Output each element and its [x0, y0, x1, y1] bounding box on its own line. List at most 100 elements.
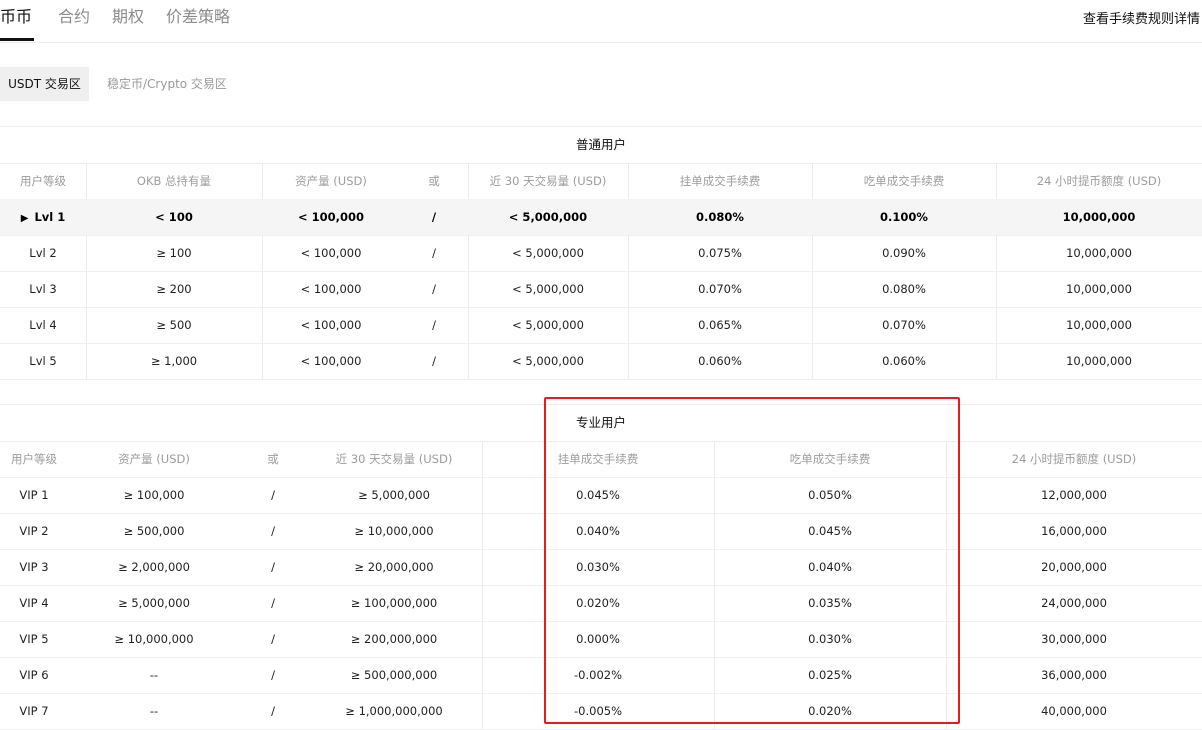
cell-asset-amount: < 100,000 [300, 282, 362, 296]
table-row: Lvl 4 ≥ 500 < 100,000 / < 5,000,000 0.065% 0.0… [0, 307, 1202, 344]
column-header-level: 用户等级 [11, 452, 57, 466]
cell-maker-fee: 0.040% [576, 524, 620, 538]
cell-okb-holding: ≥ 1,000 [150, 354, 198, 368]
cell-asset-amount: ≥ 10,000,000 [114, 632, 194, 646]
cell-taker-fee: 0.025% [808, 668, 852, 682]
cell-volume-30d: < 5,000,000 [512, 318, 584, 332]
cell-withdraw-limit: 10,000,000 [1066, 246, 1132, 260]
cell-asset-amount: ≥ 5,000,000 [118, 596, 190, 610]
cell-maker-fee: 0.065% [698, 318, 742, 332]
cell-or: / [271, 560, 275, 574]
table-row: VIP 5 ≥ 10,000,000 / ≥ 200,000,000 0.000% 0.0… [0, 621, 1202, 658]
table-row: VIP 7 -- / ≥ 1,000,000,000 -0.005% 0.020% 40,0… [0, 693, 1202, 730]
cell-maker-fee: 0.020% [576, 596, 620, 610]
column-header-volume-30d: 近 30 天交易量 (USD) [489, 174, 607, 188]
cell-volume-30d: ≥ 100,000,000 [350, 596, 438, 610]
cell-maker-fee: 0.060% [698, 354, 742, 368]
column-header-or: 或 [428, 174, 440, 188]
table-row: VIP 1 ≥ 100,000 / ≥ 5,000,000 0.045% 0.050% 12… [0, 477, 1202, 514]
cell-asset-amount: ≥ 100,000 [123, 488, 185, 502]
cell-level: VIP 7 [19, 704, 49, 718]
cell-okb-holding: ≥ 200 [156, 282, 192, 296]
cell-okb-holding: ≥ 500 [156, 318, 192, 332]
cell-or: / [432, 246, 436, 260]
cell-asset-amount: < 100,000 [300, 246, 362, 260]
active-tab-indicator [0, 38, 34, 41]
tab-spot[interactable]: 币币 [0, 6, 32, 28]
column-header-taker-fee: 吃单成交手续费 [789, 452, 871, 466]
cell-volume-30d: ≥ 5,000,000 [358, 488, 430, 502]
cell-volume-30d: ≥ 10,000,000 [354, 524, 434, 538]
table-row: ▶ Lvl 1 < 100 < 100,000 / < 5,000,000 0.080% 0.… [0, 199, 1202, 236]
subtab-stablecoin-crypto-zone[interactable]: 稳定币/Crypto 交易区 [107, 67, 227, 101]
cell-withdraw-limit: 36,000,000 [1041, 668, 1107, 682]
cell-level: VIP 1 [19, 488, 49, 502]
cell-taker-fee: 0.020% [808, 704, 852, 718]
cell-or: / [432, 282, 436, 296]
table-header-row: 用户等级 OKB 总持有量 资产量 (USD) 或 近 30 天交易量 (USD) 挂单成… [0, 163, 1202, 200]
cell-taker-fee: 0.040% [808, 560, 852, 574]
cell-taker-fee: 0.060% [882, 354, 926, 368]
subtab-usdt-zone[interactable]: USDT 交易区 [0, 67, 89, 101]
pro-users-table: 专业用户 用户等级 资产量 (USD) 或 近 30 天交易量 (USD) 挂单成交手续… [0, 404, 1202, 730]
cell-level: ▶ Lvl 1 [0, 199, 86, 235]
cell-taker-fee: 0.100% [880, 210, 928, 224]
cell-volume-30d: ≥ 1,000,000,000 [345, 704, 443, 718]
fee-rules-link[interactable]: 查看手续费规则详情 [1083, 8, 1200, 27]
cell-asset-amount: < 100,000 [297, 210, 365, 224]
cell-taker-fee: 0.080% [882, 282, 926, 296]
cell-asset-amount: -- [149, 704, 159, 718]
cell-taker-fee: 0.035% [808, 596, 852, 610]
cell-maker-fee: 0.045% [576, 488, 620, 502]
cell-maker-fee: 0.030% [576, 560, 620, 574]
cell-okb-holding: < 100 [155, 210, 193, 224]
column-header-or: 或 [267, 452, 279, 466]
cell-okb-holding: ≥ 100 [156, 246, 192, 260]
cell-withdraw-limit: 12,000,000 [1041, 488, 1107, 502]
cell-volume-30d: < 5,000,000 [512, 282, 584, 296]
cell-withdraw-limit: 10,000,000 [1066, 282, 1132, 296]
column-header-volume-30d: 近 30 天交易量 (USD) [335, 452, 453, 466]
cell-volume-30d: ≥ 200,000,000 [350, 632, 438, 646]
cell-maker-fee: -0.002% [574, 668, 622, 682]
cell-volume-30d: ≥ 20,000,000 [354, 560, 434, 574]
tab-spread-strategy[interactable]: 价差策略 [166, 6, 230, 28]
cell-withdraw-limit: 40,000,000 [1041, 704, 1107, 718]
table-row: Lvl 5 ≥ 1,000 < 100,000 / < 5,000,000 0.060% 0… [0, 343, 1202, 380]
cell-or: / [271, 596, 275, 610]
cell-volume-30d: ≥ 500,000,000 [350, 668, 438, 682]
cell-withdraw-limit: 10,000,000 [1066, 318, 1132, 332]
cell-withdraw-limit: 10,000,000 [1062, 210, 1136, 224]
cell-volume-30d: < 5,000,000 [512, 354, 584, 368]
cell-taker-fee: 0.050% [808, 488, 852, 502]
cell-taker-fee: 0.090% [882, 246, 926, 260]
column-header-asset-amount: 资产量 (USD) [295, 174, 367, 188]
column-header-maker-fee: 挂单成交手续费 [679, 174, 761, 188]
table-row: VIP 2 ≥ 500,000 / ≥ 10,000,000 0.040% 0.045% 1… [0, 513, 1202, 550]
top-tab-bar: 币币 合约 期权 价差策略 查看手续费规则详情 [0, 0, 1202, 43]
cell-or: / [271, 488, 275, 502]
pro-users-title: 专业用户 [0, 405, 1202, 442]
cell-level: Lvl 5 [29, 354, 57, 368]
cell-level: VIP 6 [19, 668, 49, 682]
tab-futures[interactable]: 合约 [58, 6, 90, 28]
table-row: VIP 6 -- / ≥ 500,000,000 -0.002% 0.025% 36,000… [0, 657, 1202, 694]
column-header-maker-fee: 挂单成交手续费 [557, 452, 639, 466]
cell-level: VIP 2 [19, 524, 49, 538]
cell-withdraw-limit: 20,000,000 [1041, 560, 1107, 574]
tab-options[interactable]: 期权 [112, 6, 144, 28]
table-row: VIP 4 ≥ 5,000,000 / ≥ 100,000,000 0.020% 0.03… [0, 585, 1202, 622]
cell-maker-fee: 0.000% [576, 632, 620, 646]
cell-or: / [432, 318, 436, 332]
cell-level: VIP 5 [19, 632, 49, 646]
cell-withdraw-limit: 16,000,000 [1041, 524, 1107, 538]
cell-maker-fee: -0.005% [574, 704, 622, 718]
cell-asset-amount: -- [149, 668, 159, 682]
table-row: VIP 3 ≥ 2,000,000 / ≥ 20,000,000 0.030% 0.040… [0, 549, 1202, 586]
regular-users-title: 普通用户 [0, 127, 1202, 164]
cell-taker-fee: 0.030% [808, 632, 852, 646]
table-row: Lvl 3 ≥ 200 < 100,000 / < 5,000,000 0.070% 0.0… [0, 271, 1202, 308]
level-label: Lvl 1 [34, 210, 66, 224]
table-row: Lvl 2 ≥ 100 < 100,000 / < 5,000,000 0.075% 0.0… [0, 235, 1202, 272]
cell-level: VIP 3 [19, 560, 49, 574]
